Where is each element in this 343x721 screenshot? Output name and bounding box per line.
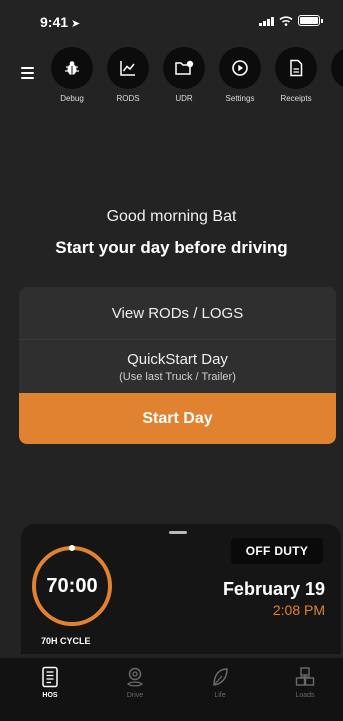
cycle-label: 70H CYCLE (41, 636, 91, 646)
status-time: 9:41 ➤ (40, 14, 81, 30)
tab-drive[interactable]: Drive (105, 666, 165, 699)
quickstart-day-button[interactable]: QuickStart Day (Use last Truck / Trailer… (19, 340, 336, 393)
bottom-tab-bar: HOS Drive Life Loads (0, 658, 343, 721)
quickstart-subtitle: (Use last Truck / Trailer) (119, 370, 236, 383)
tool-loads[interactable]: Lo (329, 47, 343, 103)
chart-line-icon (120, 61, 135, 76)
tool-receipts[interactable]: Receipts (273, 47, 319, 103)
current-time: 2:08 PM (272, 602, 325, 618)
duty-status-badge[interactable]: OFF DUTY (231, 538, 323, 564)
bug-icon (65, 61, 79, 75)
wifi-icon (279, 15, 293, 26)
quickstart-title: QuickStart Day (127, 350, 228, 368)
tab-life[interactable]: Life (190, 666, 250, 699)
sheet-drag-handle[interactable] (169, 531, 187, 534)
map-pin-icon (126, 667, 144, 687)
tool-rods[interactable]: RODS (105, 47, 151, 103)
tab-hos[interactable]: HOS (20, 666, 80, 699)
folder-alert-icon (175, 60, 194, 75)
app-screen: 9:41 ➤ Debug RODS UDR Settings Receipts … (0, 0, 343, 721)
battery-icon (298, 15, 320, 26)
tool-debug[interactable]: Debug (49, 47, 95, 103)
status-bar: 9:41 ➤ (0, 0, 343, 40)
tab-loads[interactable]: Loads (275, 666, 335, 699)
view-rods-button[interactable]: View RODs / LOGS (19, 287, 336, 340)
logbook-icon (42, 666, 58, 688)
leaf-icon (213, 668, 228, 686)
play-circle-icon (232, 60, 248, 76)
page-headline: Start your day before driving (55, 238, 288, 257)
current-date: February 19 (222, 579, 325, 599)
cycle-remaining: 70:00 (46, 574, 98, 597)
start-day-button[interactable]: Start Day (19, 393, 336, 444)
hos-summary-sheet[interactable]: OFF DUTY 70:00 70H CYCLE February 19 2:0… (21, 524, 341, 654)
tool-settings[interactable]: Settings (217, 47, 263, 103)
start-day-card: View RODs / LOGS QuickStart Day (Use las… (19, 287, 336, 444)
signal-icon (259, 16, 274, 26)
hamburger-menu-icon[interactable] (21, 67, 34, 79)
greeting-text: Good morning Bat (106, 208, 237, 225)
location-arrow-icon: ➤ (71, 18, 81, 30)
boxes-icon (295, 667, 315, 686)
quick-tools-bar: Debug RODS UDR Settings Receipts (49, 47, 343, 103)
document-icon (290, 59, 303, 77)
tool-udr[interactable]: UDR (161, 47, 207, 103)
